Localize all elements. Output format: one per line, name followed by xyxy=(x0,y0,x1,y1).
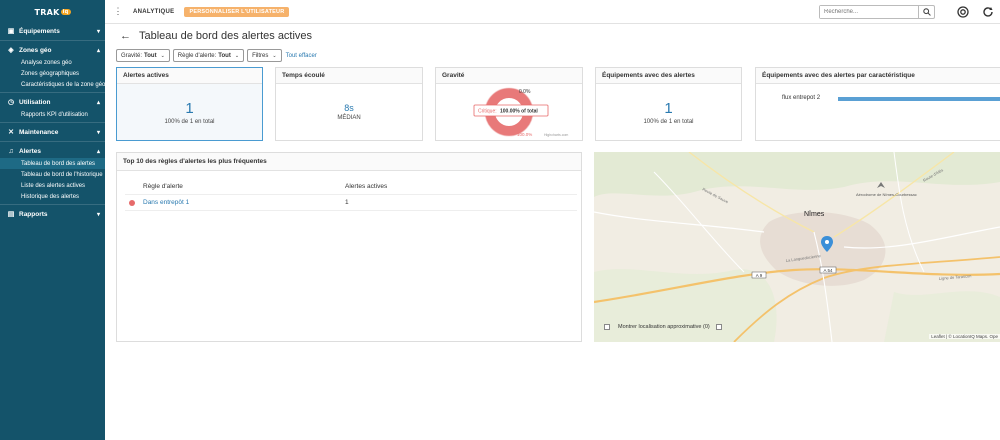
chevron-down-icon: ▾ xyxy=(96,129,100,136)
map-canvas: A 9 A 54 Nîmes Aérodrome de Nîmes-Courbe… xyxy=(594,152,1000,342)
panel-title: Top 10 des règles d'alertes les plus fré… xyxy=(117,153,581,171)
sidebar-subitem-caracteristiques[interactable]: Caractéristiques de la zone géo xyxy=(0,79,105,90)
card-equipment-by-characteristic[interactable]: Équipements avec des alertes par caracté… xyxy=(755,67,1000,141)
characteristic-bar xyxy=(838,97,1000,101)
sidebar-subitem-kpi[interactable]: Rapports KPI d'utilisation xyxy=(0,109,105,120)
back-arrow-icon[interactable]: ← xyxy=(120,30,131,42)
wrench-icon: ✕ xyxy=(8,129,14,136)
clock-icon: ◷ xyxy=(7,99,15,106)
chevron-up-icon: ▴ xyxy=(96,148,100,155)
chevron-down-icon: ⌄ xyxy=(272,52,277,59)
gravity-bottom-label: 100.0% xyxy=(517,132,532,137)
table-row[interactable]: Dans entrepôt 1 1 xyxy=(125,195,577,211)
equipment-alerts-count: 1 xyxy=(664,99,673,117)
sidebar-item-equipements[interactable]: ▣ Équipements ▾ xyxy=(0,24,105,38)
chevron-down-icon: ▾ xyxy=(96,211,100,218)
approx-label: Montrer localisation approximative (0) xyxy=(618,324,710,330)
card-elapsed-time[interactable]: Temps écoulé 8s MÉDIAN xyxy=(275,67,423,141)
sidebar-item-utilisation[interactable]: ◷ Utilisation ▴ xyxy=(0,95,105,109)
elapsed-time-sub: MÉDIAN xyxy=(337,115,361,121)
chevron-up-icon: ▴ xyxy=(96,99,100,106)
equipment-alerts-sub: 100% de 1 en total xyxy=(643,118,694,125)
active-count: 1 xyxy=(345,199,349,206)
approx-location-toggle[interactable]: Montrer localisation approximative (0) xyxy=(604,324,722,330)
top10-table: Règle d'alerte Alertes actives Dans entr… xyxy=(125,179,577,211)
sidebar-subitem-analyse-zones[interactable]: Analyse zones géo xyxy=(0,57,105,68)
rule-link[interactable]: Dans entrepôt 1 xyxy=(143,199,189,206)
search-box xyxy=(819,5,935,19)
map-label-airport: Aérodrome de Nîmes-Courbessac xyxy=(856,192,917,197)
card-title: Équipements avec des alertes par caracté… xyxy=(756,68,1000,84)
map-attribution: Leaflet | © LocationIQ Maps. Ope xyxy=(929,334,1000,339)
rule-filter[interactable]: Règle d'alerte: Tout ⌄ xyxy=(172,49,245,62)
document-icon: ▤ xyxy=(7,211,15,218)
cube-icon: ▣ xyxy=(7,28,15,35)
card-title: Gravité xyxy=(436,68,582,84)
sidebar-subitem-historique-alertes[interactable]: Historique des alertes xyxy=(0,191,105,202)
sidebar-subitem-tableau-alertes[interactable]: Tableau de bord des alertes xyxy=(0,158,105,169)
search-icon[interactable] xyxy=(918,6,934,18)
card-title: Temps écoulé xyxy=(276,68,422,84)
bell-icon: ♫ xyxy=(8,147,14,155)
sidebar-item-rapports[interactable]: ▤ Rapports ▾ xyxy=(0,207,105,221)
active-alerts-sub: 100% de 1 en total xyxy=(164,118,215,125)
chevron-down-icon: ⌄ xyxy=(160,52,165,59)
sidebar-item-alertes[interactable]: ♫ Alertes ▴ xyxy=(0,144,105,158)
severity-dot xyxy=(129,199,135,206)
title-row: ← Tableau de bord des alertes actives xyxy=(120,28,312,44)
map[interactable]: A 9 A 54 Nîmes Aérodrome de Nîmes-Courbe… xyxy=(594,152,1000,342)
refresh-icon[interactable] xyxy=(981,5,995,19)
tab-analytique[interactable]: ANALYTIQUE xyxy=(133,9,174,15)
map-label-a9: A 9 xyxy=(756,273,763,278)
sidebar-subitem-zones-geo[interactable]: Zones géographiques xyxy=(0,68,105,79)
tooltip-name: Critique: xyxy=(478,109,497,115)
logo-badge: iq xyxy=(60,9,71,15)
search-input[interactable] xyxy=(820,6,918,18)
bar-label: flux entrepot 2 xyxy=(782,95,821,101)
approx-checkbox-2[interactable] xyxy=(715,324,722,330)
filters-dropdown[interactable]: Filtres ⌄ xyxy=(247,49,282,62)
card-gravity[interactable]: Gravité 0.0% 100.0% Critique: 100.00% of… xyxy=(435,67,583,141)
clear-all-link[interactable]: Tout effacer xyxy=(286,53,317,59)
map-label-nimes: Nîmes xyxy=(804,211,825,218)
filter-bar: Gravité: Tout ⌄ Règle d'alerte: Tout ⌄ F… xyxy=(116,49,317,62)
card-active-alerts[interactable]: Alertes actives 1 100% de 1 en total xyxy=(116,67,263,141)
personalize-user-button[interactable]: PERSONNALISER L'UTILISATEUR xyxy=(184,6,290,17)
chevron-down-icon: ⌄ xyxy=(234,52,240,59)
sidebar: TRAK iq ▣ Équipements ▾ ◈ Zones géo ▴ An… xyxy=(0,0,105,440)
card-title: Équipements avec des alertes xyxy=(596,68,741,84)
col-rule: Règle d'alerte xyxy=(143,183,183,190)
logo[interactable]: TRAK iq xyxy=(0,0,105,24)
diamond-icon: ◈ xyxy=(8,47,14,54)
card-equipment-alerts[interactable]: Équipements avec des alertes 1 100% de 1… xyxy=(595,67,742,141)
tooltip-value: 100.00% of total xyxy=(500,109,538,115)
top-bar: ⋮ ANALYTIQUE PERSONNALISER L'UTILISATEUR xyxy=(105,0,1000,24)
sidebar-item-zones-geo[interactable]: ◈ Zones géo ▴ xyxy=(0,43,105,57)
chevron-down-icon: ▾ xyxy=(96,28,100,35)
chevron-up-icon: ▴ xyxy=(96,47,100,54)
help-icon[interactable] xyxy=(956,5,970,19)
logo-text: TRAK xyxy=(34,7,60,17)
sidebar-subitem-liste-alertes[interactable]: Liste des alertes actives xyxy=(0,180,105,191)
kebab-menu-icon[interactable]: ⋮ xyxy=(111,6,125,17)
sidebar-subitem-tableau-historique[interactable]: Tableau de bord de l'historique xyxy=(0,169,105,180)
gravity-filter[interactable]: Gravité: Tout ⌄ xyxy=(116,49,170,62)
map-label-a54: A 54 xyxy=(823,268,833,273)
gravity-donut-chart: 0.0% 100.0% Critique: 100.00% of total H… xyxy=(473,87,568,137)
top10-panel: Top 10 des règles d'alertes les plus fré… xyxy=(116,152,582,342)
card-title: Alertes actives xyxy=(117,68,262,84)
gravity-top-label: 0.0% xyxy=(519,89,531,95)
chart-credit: Highcharts.com xyxy=(544,133,568,137)
approx-checkbox[interactable] xyxy=(604,324,610,330)
elapsed-time-value: 8s xyxy=(344,103,354,113)
col-active: Alertes actives xyxy=(345,183,388,190)
page-title: Tableau de bord des alertes actives xyxy=(139,30,313,42)
active-alerts-count: 1 xyxy=(185,99,194,117)
sidebar-item-maintenance[interactable]: ✕ Maintenance ▾ xyxy=(0,125,105,139)
table-header: Règle d'alerte Alertes actives xyxy=(125,179,577,195)
